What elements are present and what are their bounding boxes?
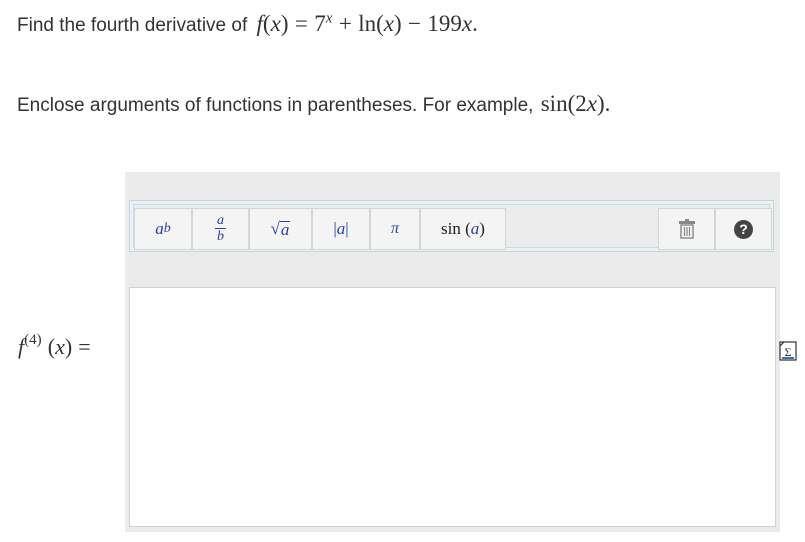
fraction-button[interactable]: a b (192, 208, 249, 250)
hint-instruction: Enclose arguments of functions in parent… (17, 95, 534, 116)
hint-text: Enclose arguments of functions in parent… (17, 90, 610, 117)
pi-button[interactable]: π (370, 208, 420, 250)
svg-text:Σ: Σ (785, 345, 792, 359)
power-button[interactable]: ab (134, 208, 192, 250)
question-function-expression: f(x) = 7x + ln(x) − 199x. (256, 10, 478, 36)
math-toolbar: ab a b √ a | a | π sin (a) ? (129, 200, 774, 252)
question-prefix: Find the fourth derivative of (17, 15, 248, 36)
help-button[interactable]: ? (715, 208, 772, 250)
trash-button[interactable] (658, 208, 715, 250)
math-editor-panel: ab a b √ a | a | π sin (a) ? (125, 172, 780, 532)
hint-example: sin(2x). (540, 91, 611, 116)
question-text: Find the fourth derivative of f(x) = 7x … (17, 10, 478, 37)
absolute-value-button[interactable]: | a | (312, 208, 370, 250)
answer-input[interactable] (129, 287, 776, 527)
answer-label: f(4) (x) = (18, 332, 91, 359)
formula-editor-icon[interactable]: Σ (779, 341, 797, 361)
trash-icon (678, 219, 695, 239)
sin-button[interactable]: sin (a) (420, 208, 506, 250)
sqrt-button[interactable]: √ a (249, 208, 312, 250)
help-icon: ? (734, 219, 753, 239)
